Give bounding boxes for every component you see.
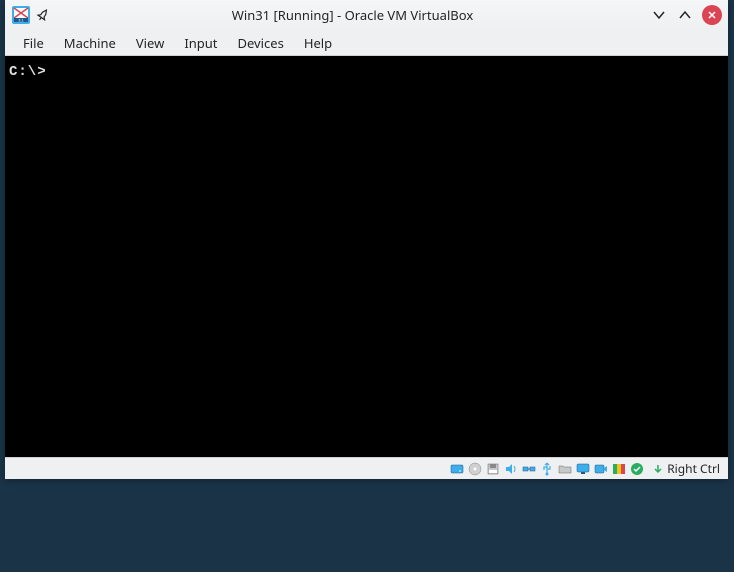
minimize-button[interactable] (650, 6, 668, 24)
menu-file[interactable]: File (15, 31, 52, 55)
menubar: File Machine View Input Devices Help (5, 30, 728, 56)
shared-folders-icon[interactable] (557, 461, 573, 477)
floppy-icon[interactable] (485, 461, 501, 477)
optical-disk-icon[interactable] (467, 461, 483, 477)
audio-icon[interactable] (503, 461, 519, 477)
network-icon[interactable] (521, 461, 537, 477)
arrow-down-icon (651, 462, 665, 476)
app-icon: 3.1 (11, 5, 31, 25)
host-key-indicator[interactable]: Right Ctrl (651, 460, 720, 477)
hard-disk-icon[interactable] (449, 461, 465, 477)
menu-help[interactable]: Help (296, 31, 340, 55)
cpu-indicator-icon[interactable] (611, 461, 627, 477)
vm-display[interactable]: C:\> (5, 56, 728, 457)
statusbar: Right Ctrl (5, 457, 728, 479)
display-icon[interactable] (575, 461, 591, 477)
window-title: Win31 [Running] - Oracle VM VirtualBox (55, 6, 650, 24)
dos-prompt: C:\> (9, 64, 47, 80)
pin-icon[interactable] (35, 7, 51, 23)
menu-devices[interactable]: Devices (230, 31, 292, 55)
menu-view[interactable]: View (128, 31, 172, 55)
svg-text:3.1: 3.1 (18, 18, 24, 23)
menu-machine[interactable]: Machine (56, 31, 124, 55)
usb-icon[interactable] (539, 461, 555, 477)
host-key-label: Right Ctrl (667, 460, 720, 477)
menu-input[interactable]: Input (176, 31, 225, 55)
recording-icon[interactable] (593, 461, 609, 477)
close-button[interactable] (702, 5, 722, 25)
window-controls (650, 5, 722, 25)
mouse-integration-icon[interactable] (629, 461, 645, 477)
titlebar[interactable]: 3.1 Win31 [Running] - Oracle VM VirtualB… (5, 0, 728, 30)
virtualbox-window: 3.1 Win31 [Running] - Oracle VM VirtualB… (5, 0, 728, 479)
maximize-button[interactable] (676, 6, 694, 24)
